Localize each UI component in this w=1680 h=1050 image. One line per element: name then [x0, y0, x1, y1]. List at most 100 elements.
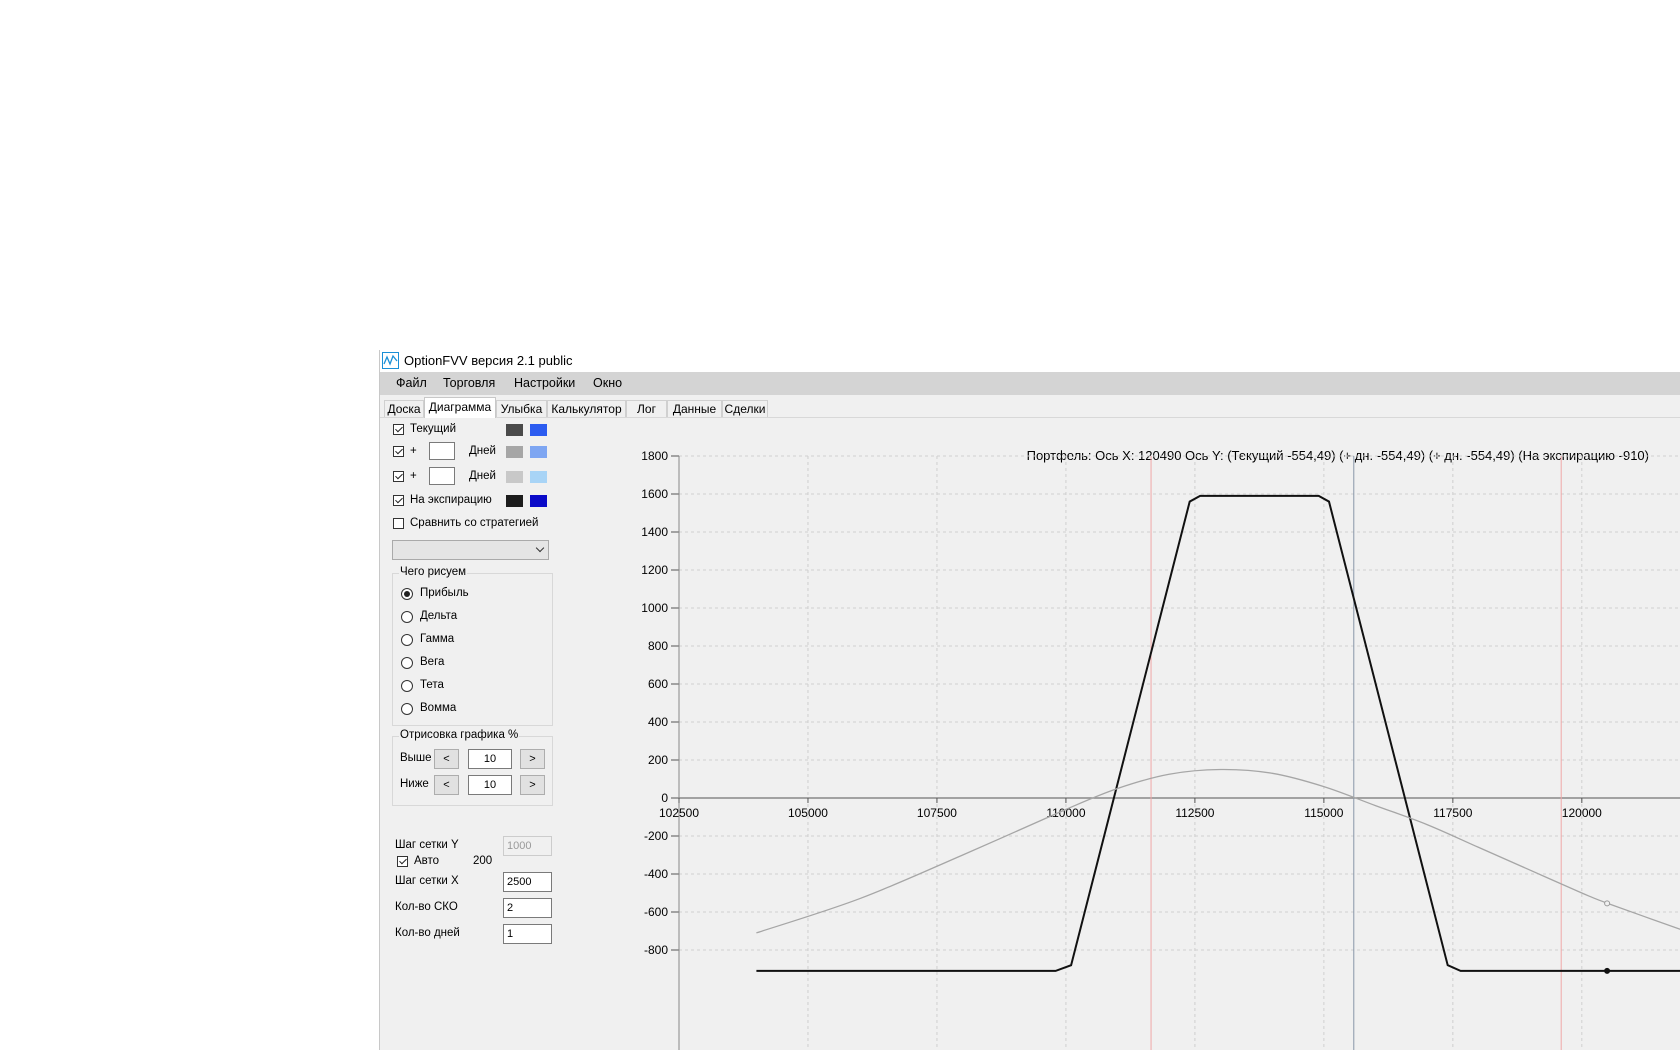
radio-vega[interactable]: [401, 657, 413, 669]
radio-gamma-label: Гамма: [420, 633, 455, 645]
plus-days-2-alt-color-swatch[interactable]: [530, 471, 547, 483]
x-tick-label: 105000: [788, 806, 828, 820]
tab-deals[interactable]: Сделки: [722, 400, 768, 417]
compare-strategy-checkbox[interactable]: [393, 518, 404, 529]
tab-board[interactable]: Доска: [384, 400, 424, 417]
y-tick-label: 200: [648, 753, 668, 767]
above-decrease-button[interactable]: <: [434, 749, 459, 769]
expiration-profit-line: [756, 494, 1680, 972]
plus-days-2-plus: +: [410, 470, 417, 482]
plus-days-1-checkbox[interactable]: [393, 446, 404, 457]
y-tick-label: 400: [648, 715, 668, 729]
current-checkbox[interactable]: [393, 424, 404, 435]
plus-days-2-label: Дней: [469, 470, 496, 482]
compare-strategy-label: Сравнить со стратегией: [410, 517, 539, 529]
x-tick-label: 112500: [1175, 806, 1214, 820]
expiration-label: На экспирацию: [410, 494, 492, 506]
diagram-settings-panel: Текущий + Дней + Дней На экспирацию Срав…: [380, 418, 612, 1050]
tab-diagram[interactable]: Диаграмма: [424, 397, 496, 418]
tab-smile[interactable]: Улыбка: [496, 400, 547, 417]
plus-days-2-color-swatch[interactable]: [506, 471, 523, 483]
y-tick-label: 1400: [641, 525, 668, 539]
plus-days-2-checkbox[interactable]: [393, 471, 404, 482]
cursor-marker-point: [1604, 967, 1611, 974]
grid-y-field[interactable]: 1000: [503, 836, 552, 856]
draw-what-group: Чего рисуем Прибыль Дельта Гамма Вега Те…: [392, 566, 553, 726]
y-tick-label: 600: [648, 677, 668, 691]
menu-settings[interactable]: Настройки: [514, 376, 575, 390]
current-label: Текущий: [410, 423, 456, 435]
radio-delta[interactable]: [401, 611, 413, 623]
profit-chart[interactable]: 1800 1600 1400 1200 1000 800 600 400 200 0 -200 -40…: [614, 418, 1680, 1050]
days-count-field[interactable]: 1: [503, 924, 552, 944]
strategy-select[interactable]: [392, 540, 549, 560]
tab-data[interactable]: Данные: [667, 400, 722, 417]
plus-days-1-label: Дней: [469, 445, 496, 457]
x-tick-label: 102500: [659, 806, 699, 820]
y-tick-label: -600: [644, 905, 668, 919]
radio-vomma-label: Вомма: [420, 702, 457, 714]
cursor-marker-point: [1604, 900, 1611, 907]
x-tick-label: 115000: [1304, 806, 1343, 820]
current-alt-color-swatch[interactable]: [530, 424, 547, 436]
plus-days-2-input[interactable]: [429, 467, 455, 485]
radio-profit-label: Прибыль: [420, 587, 469, 599]
profit-chart-area: Портфель: Ось X: 120490 Ось Y: (Текущий …: [614, 418, 1680, 1050]
above-label: Выше: [400, 752, 432, 764]
y-tick-label: -800: [644, 943, 668, 957]
radio-theta[interactable]: [401, 680, 413, 692]
plus-days-1-plus: +: [410, 445, 417, 457]
menu-window[interactable]: Окно: [593, 376, 622, 390]
title-bar: OptionFVV версия 2.1 public: [380, 350, 1680, 372]
menu-bar: Файл Торговля Настройки Окно: [380, 372, 1680, 395]
plus-days-1-alt-color-swatch[interactable]: [530, 446, 547, 458]
tab-bar: Доска Диаграмма Улыбка Калькулятор Лог Д…: [380, 395, 1680, 418]
radio-profit[interactable]: [401, 588, 413, 600]
chart-range-group: Отрисовка графика % Выше < 10 > Ниже < 1…: [392, 729, 553, 806]
tab-calculator[interactable]: Калькулятор: [547, 400, 626, 417]
above-increase-button[interactable]: >: [520, 749, 545, 769]
radio-gamma[interactable]: [401, 634, 413, 646]
menu-trading[interactable]: Торговля: [443, 376, 495, 390]
y-tick-label: 0: [661, 791, 668, 805]
expiration-alt-color-swatch[interactable]: [530, 495, 547, 507]
x-tick-label: 120000: [1562, 806, 1602, 820]
y-tick-label: 1200: [641, 563, 668, 577]
days-count-label: Кол-во дней: [395, 927, 460, 939]
sko-field[interactable]: 2: [503, 898, 552, 918]
current-profit-line: [756, 768, 1680, 934]
below-percent-field[interactable]: 10: [468, 775, 512, 795]
y-tick-label: -400: [644, 867, 668, 881]
y-tick-label: 1000: [641, 601, 668, 615]
menu-file[interactable]: Файл: [396, 376, 427, 390]
below-increase-button[interactable]: >: [520, 775, 545, 795]
radio-vomma[interactable]: [401, 703, 413, 715]
chevron-down-icon: [535, 543, 545, 553]
y-tick-label: 1800: [641, 449, 668, 463]
window-title: OptionFVV версия 2.1 public: [404, 353, 573, 368]
draw-what-title: Чего рисуем: [399, 566, 468, 578]
chart-range-title: Отрисовка графика %: [399, 729, 520, 741]
app-window: OptionFVV версия 2.1 public Файл Торговл…: [379, 350, 1680, 1050]
grid-x-field[interactable]: 2500: [503, 872, 552, 892]
y-tick-label: 1600: [641, 487, 668, 501]
plus-days-1-input[interactable]: [429, 442, 455, 460]
radio-vega-label: Вега: [420, 656, 445, 668]
auto-grid-checkbox[interactable]: [397, 856, 408, 867]
grid-y-label: Шаг сетки Y: [395, 839, 459, 851]
plus-days-1-color-swatch[interactable]: [506, 446, 523, 458]
auto-grid-label: Авто: [414, 855, 440, 867]
expiration-color-swatch[interactable]: [506, 495, 523, 507]
current-color-swatch[interactable]: [506, 424, 523, 436]
radio-delta-label: Дельта: [420, 610, 458, 622]
x-tick-label: 110000: [1046, 806, 1085, 820]
tab-log[interactable]: Лог: [626, 400, 667, 417]
y-tick-label: -200: [644, 829, 668, 843]
below-decrease-button[interactable]: <: [434, 775, 459, 795]
above-percent-field[interactable]: 10: [468, 749, 512, 769]
y-tick-label: 800: [648, 639, 668, 653]
app-logo-icon: [382, 352, 399, 369]
sko-label: Кол-во СКО: [395, 901, 458, 913]
below-label: Ниже: [400, 778, 429, 790]
expiration-checkbox[interactable]: [393, 495, 404, 506]
